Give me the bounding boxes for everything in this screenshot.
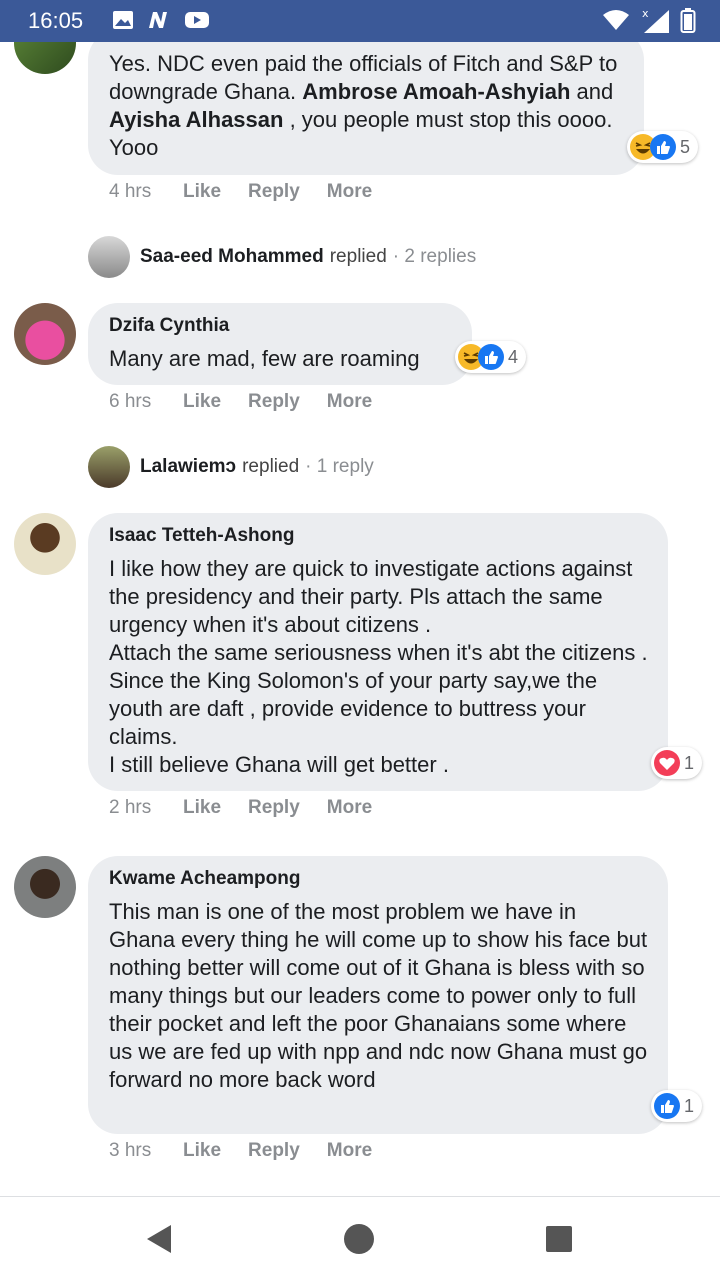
comment-bubble: Kwame Acheampong This man is one of the … <box>88 856 668 1134</box>
like-icon <box>650 134 676 160</box>
image-icon <box>113 11 133 29</box>
mention-link[interactable]: Ambrose Amoah-Ashyiah <box>302 79 570 104</box>
home-icon[interactable] <box>343 1223 375 1255</box>
comment-actions: 3 hrs Like Reply More <box>109 1140 399 1162</box>
comment-text: I like how they are quick to investigate… <box>109 556 648 777</box>
comment-bubble: Dzifa Cynthia Many are mad, few are roam… <box>88 303 472 385</box>
youtube-icon <box>185 12 209 28</box>
n-app-icon <box>149 12 167 28</box>
status-bar: 16:05 x <box>0 0 720 42</box>
like-button[interactable]: Like <box>183 391 221 413</box>
comment-actions: 2 hrs Like Reply More <box>109 797 399 819</box>
comment-author[interactable]: Isaac Tetteh-Ashong <box>109 525 648 547</box>
reaction-summary[interactable]: 1 <box>651 1090 703 1122</box>
more-button[interactable]: More <box>327 391 372 413</box>
comment-text: This man is one of the most problem we h… <box>109 899 654 1092</box>
avatar <box>88 236 130 278</box>
signal-icon: x <box>642 7 669 33</box>
more-button[interactable]: More <box>327 181 372 203</box>
svg-text:x: x <box>642 7 649 20</box>
avatar[interactable] <box>14 42 76 74</box>
comment-bubble: Yes. NDC even paid the officials of Fitc… <box>88 42 644 175</box>
comment-actions: 6 hrs Like Reply More <box>109 391 399 413</box>
like-icon <box>654 1093 680 1119</box>
avatar[interactable] <box>14 856 76 918</box>
view-replies[interactable]: Saa-eed Mohammed replied · 2 replies <box>88 236 476 278</box>
reaction-summary[interactable]: 5 <box>627 131 699 163</box>
reply-button[interactable]: Reply <box>248 1140 300 1162</box>
wifi-icon <box>603 10 629 30</box>
love-icon <box>654 750 680 776</box>
comment-time[interactable]: 2 hrs <box>109 797 183 819</box>
avatar[interactable] <box>14 303 76 365</box>
reply-button[interactable]: Reply <box>248 797 300 819</box>
reaction-summary[interactable]: 4 <box>455 341 527 373</box>
avatar <box>88 446 130 488</box>
like-button[interactable]: Like <box>183 797 221 819</box>
comments-list: Yes. NDC even paid the officials of Fitc… <box>0 42 720 1196</box>
avatar[interactable] <box>14 513 76 575</box>
comment-text: Yes. NDC even paid the officials of Fitc… <box>109 51 624 160</box>
comment-author[interactable]: Dzifa Cynthia <box>109 315 452 337</box>
more-button[interactable]: More <box>327 797 372 819</box>
reply-button[interactable]: Reply <box>248 391 300 413</box>
like-button[interactable]: Like <box>183 1140 221 1162</box>
like-icon <box>478 344 504 370</box>
battery-icon <box>680 8 696 33</box>
mention-link[interactable]: Ayisha Alhassan <box>109 107 283 132</box>
comment-text: Many are mad, few are roaming <box>109 346 420 371</box>
recents-icon[interactable] <box>545 1225 573 1253</box>
status-time: 16:05 <box>28 8 84 33</box>
reaction-summary[interactable]: 1 <box>651 747 703 779</box>
comment-time[interactable]: 4 hrs <box>109 181 183 203</box>
navigation-bar <box>0 1196 720 1281</box>
like-button[interactable]: Like <box>183 181 221 203</box>
back-icon[interactable] <box>145 1223 173 1255</box>
comment-author[interactable]: Kwame Acheampong <box>109 868 648 890</box>
reply-button[interactable]: Reply <box>248 181 300 203</box>
comment-time[interactable]: 3 hrs <box>109 1140 183 1162</box>
comment-time[interactable]: 6 hrs <box>109 391 183 413</box>
more-button[interactable]: More <box>327 1140 372 1162</box>
view-replies[interactable]: Lalawiemɔ replied · 1 reply <box>88 446 374 488</box>
comment-actions: 4 hrs Like Reply More <box>109 181 399 203</box>
comment-bubble: Isaac Tetteh-Ashong I like how they are … <box>88 513 668 791</box>
